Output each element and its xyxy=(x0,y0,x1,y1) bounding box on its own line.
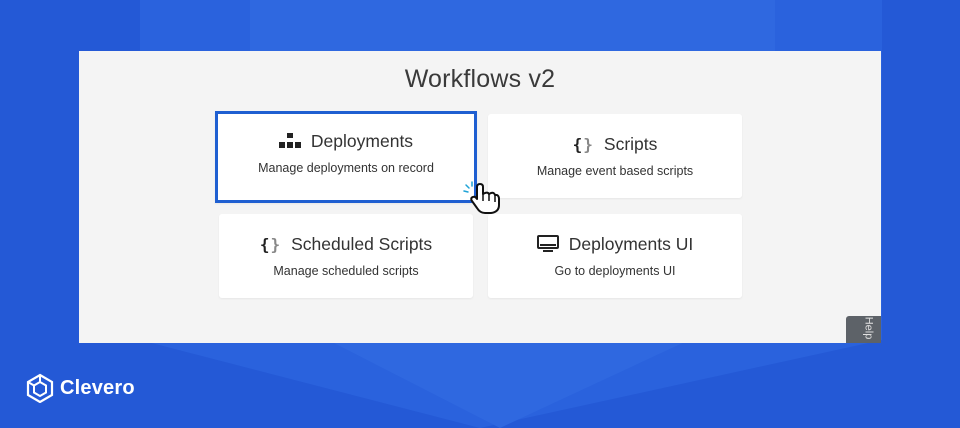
cube-icon xyxy=(26,373,54,403)
card-label: Deployments xyxy=(310,130,414,151)
page-title: Workflows v2 xyxy=(404,65,556,93)
card-description: Manage deployments on record xyxy=(258,161,434,175)
help-tab-label: Help xyxy=(862,316,875,340)
hand-pointer-icon xyxy=(463,181,500,214)
brand-name: Clevero xyxy=(60,376,135,399)
code-braces-icon: {} xyxy=(259,234,282,254)
monitor-icon xyxy=(536,235,559,253)
brand-logo: Clevero xyxy=(26,373,135,403)
card-header: {} Scripts xyxy=(488,132,742,156)
card-label: Deployments UI xyxy=(568,233,694,254)
scripts-card[interactable]: {} Scripts Manage event based scripts xyxy=(488,114,742,198)
deployments-card[interactable]: Deployments Manage deployments on record xyxy=(215,111,477,203)
help-tab[interactable]: Help xyxy=(846,316,881,343)
deployments-ui-card[interactable]: Deployments UI Go to deployments UI xyxy=(488,214,742,298)
card-label: Scripts xyxy=(603,133,658,154)
sitemap-icon xyxy=(278,133,301,149)
code-braces-icon: {} xyxy=(572,134,594,154)
card-label: Scheduled Scripts xyxy=(291,233,433,254)
card-header: Deployments xyxy=(218,129,474,153)
card-header: {} Scheduled Scripts xyxy=(219,232,473,256)
card-description: Manage event based scripts xyxy=(536,164,694,178)
scheduled-scripts-card[interactable]: {} Scheduled Scripts Manage scheduled sc… xyxy=(219,214,473,298)
card-description: Manage scheduled scripts xyxy=(273,264,419,278)
card-header: Deployments UI xyxy=(488,232,742,256)
card-description: Go to deployments UI xyxy=(554,264,676,278)
